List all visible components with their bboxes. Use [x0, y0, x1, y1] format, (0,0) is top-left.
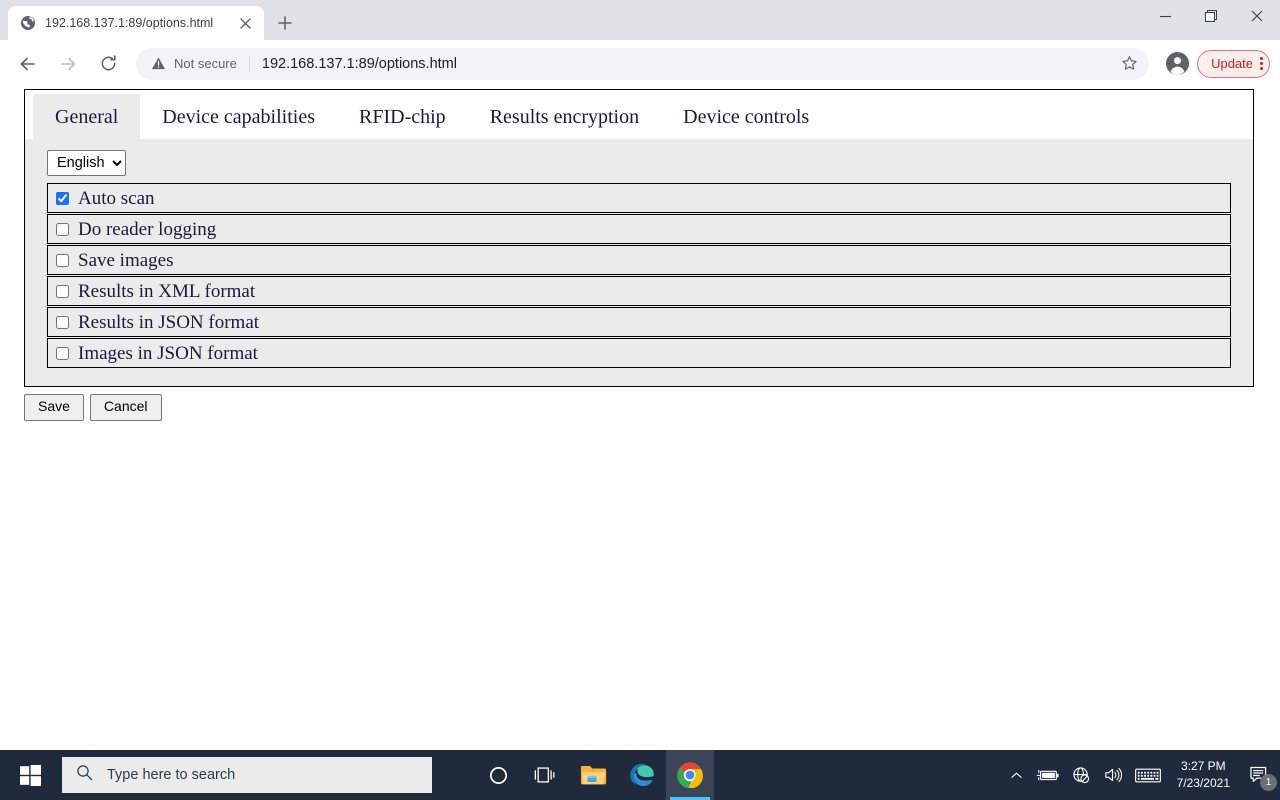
- clock-date: 7/23/2021: [1176, 776, 1230, 790]
- tab-rfid-chip[interactable]: RFID-chip: [337, 94, 468, 139]
- option-row-results-in-json-format[interactable]: Results in JSON format: [47, 307, 1231, 337]
- system-tray: 3:27 PM 7/23/2021 1: [1004, 750, 1280, 800]
- browser-tab-title: 192.168.137.1:89/options.html: [45, 16, 214, 30]
- search-input[interactable]: Type here to search: [62, 757, 432, 793]
- search-placeholder: Type here to search: [107, 767, 236, 783]
- browser-window: 192.168.137.1:89/options.html Not secure…: [0, 0, 1280, 750]
- close-icon[interactable]: [236, 14, 254, 32]
- task-view-icon[interactable]: [522, 750, 570, 800]
- minimize-icon[interactable]: [1142, 0, 1188, 32]
- update-button-label: Update: [1211, 56, 1253, 71]
- tab-device-controls[interactable]: Device controls: [661, 94, 831, 139]
- url-text: 192.168.137.1:89/options.html: [261, 55, 457, 72]
- option-label-results-in-json-format: Results in JSON format: [78, 311, 260, 333]
- new-tab-icon[interactable]: [271, 9, 299, 37]
- clock-time: 3:27 PM: [1180, 758, 1226, 773]
- checkbox-do-reader-logging[interactable]: [56, 222, 69, 236]
- close-window-icon[interactable]: [1234, 0, 1280, 32]
- three-dots-vertical-icon[interactable]: [1260, 57, 1263, 70]
- tab-general[interactable]: General: [33, 94, 141, 139]
- option-row-save-images[interactable]: Save images: [47, 245, 1231, 275]
- file-explorer-icon[interactable]: [570, 750, 618, 800]
- star-icon[interactable]: [1115, 50, 1143, 78]
- option-label-save-images: Save images: [78, 249, 174, 271]
- back-arrow-icon[interactable]: [10, 46, 46, 82]
- tab-device-capabilities[interactable]: Device capabilities: [140, 94, 337, 139]
- omnibox-divider: [248, 55, 250, 72]
- option-row-auto-scan[interactable]: Auto scan: [47, 183, 1231, 213]
- language-select[interactable]: English: [47, 150, 126, 176]
- notification-count-badge: 1: [1260, 774, 1277, 791]
- options-panel: General Device capabilities RFID-chip Re…: [24, 89, 1254, 387]
- cancel-button[interactable]: Cancel: [89, 394, 162, 421]
- taskbar-clock[interactable]: 3:27 PM 7/23/2021: [1167, 750, 1240, 800]
- checkbox-save-images[interactable]: [56, 253, 69, 267]
- page-viewport: General Device capabilities RFID-chip Re…: [0, 88, 1280, 750]
- show-hidden-icons-chevron-icon[interactable]: [1004, 750, 1030, 800]
- save-button[interactable]: Save: [24, 394, 84, 421]
- update-button[interactable]: Update: [1197, 49, 1270, 78]
- tab-strip: 192.168.137.1:89/options.html: [0, 0, 1280, 40]
- option-label-images-in-json-format: Images in JSON format: [78, 342, 258, 364]
- option-label-auto-scan: Auto scan: [78, 187, 155, 209]
- security-status-text: Not secure: [174, 56, 237, 71]
- windows-start-icon[interactable]: [0, 750, 60, 800]
- cortana-icon[interactable]: [474, 750, 522, 800]
- warning-triangle-icon[interactable]: [150, 56, 166, 72]
- option-label-do-reader-logging: Do reader logging: [78, 218, 217, 240]
- checkbox-results-in-json-format[interactable]: [56, 315, 69, 329]
- maximize-icon[interactable]: [1188, 0, 1234, 32]
- reload-icon[interactable]: [90, 46, 126, 82]
- checkbox-images-in-json-format[interactable]: [56, 346, 69, 360]
- address-bar[interactable]: Not secure 192.168.137.1:89/options.html: [136, 47, 1150, 80]
- window-controls: [1142, 0, 1280, 40]
- taskbar-items: [474, 750, 714, 800]
- browser-tab[interactable]: 192.168.137.1:89/options.html: [8, 6, 264, 40]
- language-row: English: [47, 150, 1231, 176]
- tab-results-encryption[interactable]: Results encryption: [468, 94, 661, 139]
- general-settings-form: English Auto scan Do reader logging Save…: [25, 139, 1253, 386]
- forward-arrow-icon[interactable]: [50, 46, 86, 82]
- microsoft-edge-icon[interactable]: [618, 750, 666, 800]
- globe-icon: [20, 15, 36, 31]
- page-tab-bar: General Device capabilities RFID-chip Re…: [25, 90, 1253, 139]
- touch-keyboard-icon[interactable]: [1129, 750, 1167, 800]
- network-no-internet-icon[interactable]: [1066, 750, 1097, 800]
- action-center-icon[interactable]: 1: [1240, 750, 1280, 800]
- search-icon: [76, 764, 93, 786]
- google-chrome-icon[interactable]: [666, 750, 714, 800]
- browser-toolbar: Not secure 192.168.137.1:89/options.html…: [0, 40, 1280, 88]
- checkbox-auto-scan[interactable]: [56, 191, 69, 205]
- option-row-do-reader-logging[interactable]: Do reader logging: [47, 214, 1231, 244]
- account-avatar-icon[interactable]: [1161, 48, 1193, 80]
- battery-charging-icon[interactable]: [1030, 750, 1066, 800]
- volume-icon[interactable]: [1097, 750, 1129, 800]
- form-button-row: Save Cancel: [24, 394, 162, 421]
- checkbox-results-in-xml-format[interactable]: [56, 284, 69, 298]
- option-row-images-in-json-format[interactable]: Images in JSON format: [47, 338, 1231, 368]
- option-label-results-in-xml-format: Results in XML format: [78, 280, 256, 302]
- option-row-results-in-xml-format[interactable]: Results in XML format: [47, 276, 1231, 306]
- windows-taskbar: Type here to search 3:27 PM 7/23/2021 1: [0, 750, 1280, 800]
